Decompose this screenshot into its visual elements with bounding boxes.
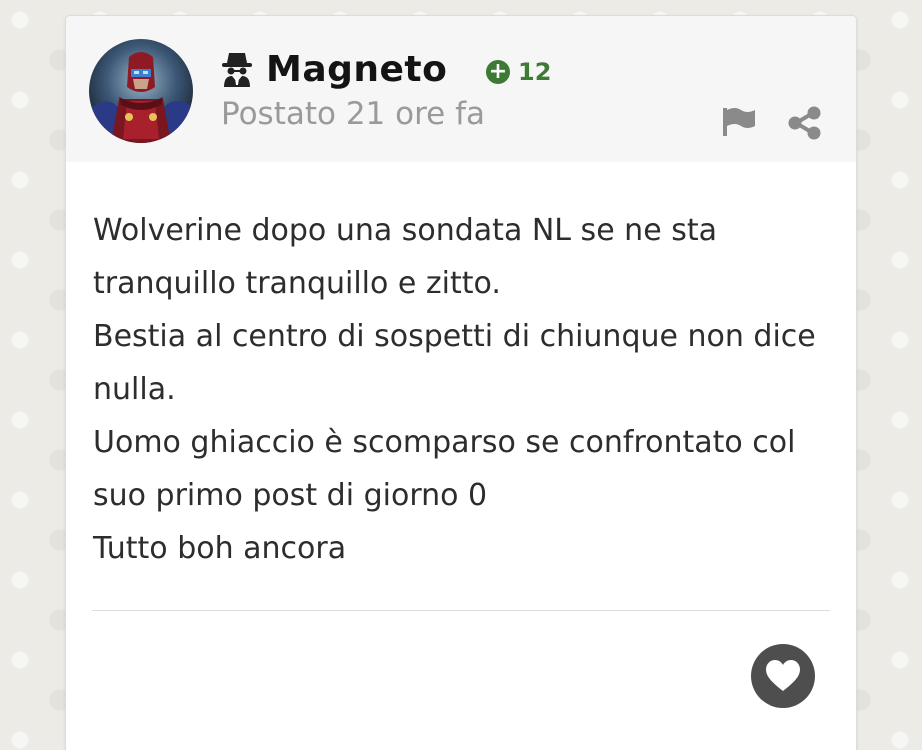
author-name[interactable]: Magneto <box>266 49 447 90</box>
post-footer-divider <box>92 610 830 611</box>
post-header: Magneto + 12 Postato 21 ore fa <box>66 16 856 162</box>
post-paragraph: Bestia al centro di sospetti di chiunque… <box>93 319 816 407</box>
author-avatar[interactable] <box>89 39 193 143</box>
reputation-badge[interactable]: + 12 <box>486 58 551 86</box>
spy-icon <box>220 51 254 87</box>
post-paragraph: Uomo ghiaccio è scomparso se confrontato… <box>93 425 796 513</box>
heart-icon <box>766 660 800 691</box>
plus-circle-icon: + <box>486 60 510 84</box>
share-icon[interactable] <box>786 106 822 140</box>
author-row: Magneto <box>220 48 447 90</box>
like-button[interactable] <box>751 644 815 708</box>
avatar-image <box>89 39 193 143</box>
reputation-count: 12 <box>518 58 552 86</box>
post-paragraph: Tutto boh ancora <box>93 531 347 566</box>
flag-icon[interactable] <box>721 106 757 138</box>
post-card: Magneto + 12 Postato 21 ore fa Wolverine… <box>66 16 856 750</box>
post-date[interactable]: Postato 21 ore fa <box>221 96 485 132</box>
post-content: Wolverine dopo una sondata NL se ne sta … <box>93 204 833 575</box>
post-paragraph: Wolverine dopo una sondata NL se ne sta … <box>93 213 717 301</box>
